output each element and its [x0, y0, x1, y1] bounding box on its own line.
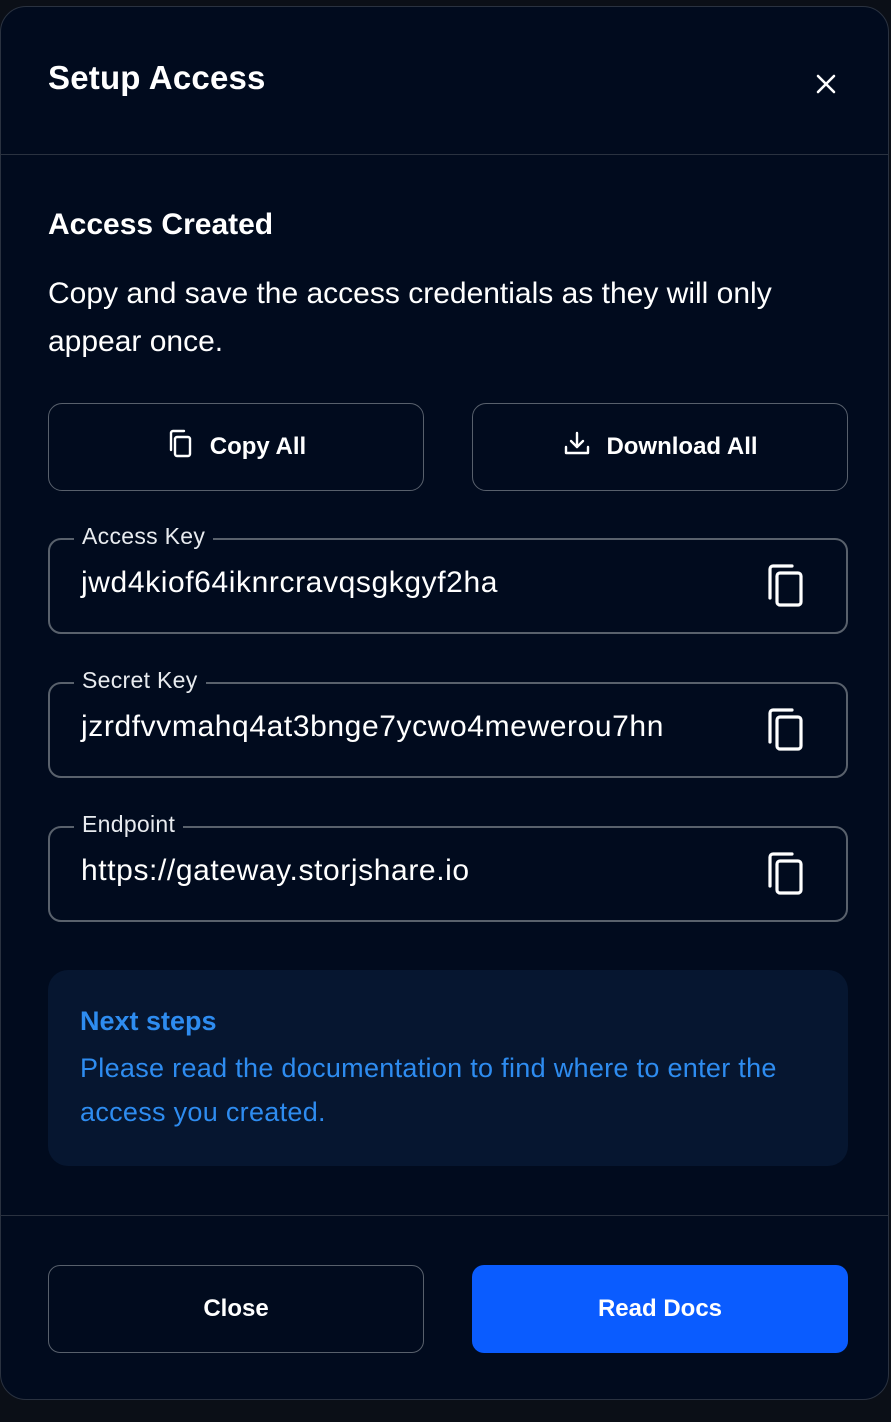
download-icon — [562, 429, 606, 466]
access-key-field: Access Key jwd4kiof64iknrcravqsgkgyf2ha — [48, 523, 848, 634]
dialog-title: Setup Access — [48, 59, 266, 96]
endpoint-label: Endpoint — [74, 811, 184, 838]
endpoint-field: Endpoint https://gateway.storjshare.io — [48, 811, 848, 922]
section-title: Access Created — [48, 208, 274, 241]
secret-key-label: Secret Key — [74, 667, 206, 694]
setup-access-dialog: Setup Access Access Created Copy and sav… — [0, 6, 889, 1400]
copy-icon — [166, 428, 210, 467]
copy-secret-key-icon[interactable] — [764, 706, 810, 756]
close-icon[interactable] — [804, 62, 848, 106]
dialog-header: Setup Access — [1, 7, 888, 155]
copy-access-key-icon[interactable] — [764, 562, 810, 612]
copy-endpoint-icon[interactable] — [764, 850, 810, 900]
secret-key-field: Secret Key jzrdfvvmahq4at3bnge7ycwo4mewe… — [48, 667, 848, 778]
description-text: Copy and save the access credentials as … — [48, 277, 772, 358]
access-key-label: Access Key — [74, 523, 214, 550]
dialog-footer: Close Read Docs — [1, 1215, 888, 1399]
access-key-value[interactable]: jwd4kiof64iknrcravqsgkgyf2ha — [81, 566, 498, 600]
endpoint-value[interactable]: https://gateway.storjshare.io — [81, 854, 470, 888]
close-button[interactable]: Close — [48, 1265, 424, 1353]
download-all-button[interactable]: Download All — [472, 403, 848, 491]
next-steps-text: Please read the documentation to find wh… — [80, 1053, 777, 1127]
next-steps-alert: Next steps Please read the documentation… — [48, 970, 848, 1166]
copy-all-label: Copy All — [209, 433, 307, 460]
next-steps-title: Next steps — [80, 1006, 217, 1036]
read-docs-button[interactable]: Read Docs — [472, 1265, 848, 1353]
download-all-label: Download All — [606, 433, 758, 460]
secret-key-value[interactable]: jzrdfvvmahq4at3bnge7ycwo4mewerou7hn — [81, 710, 664, 744]
copy-all-button[interactable]: Copy All — [48, 403, 424, 491]
